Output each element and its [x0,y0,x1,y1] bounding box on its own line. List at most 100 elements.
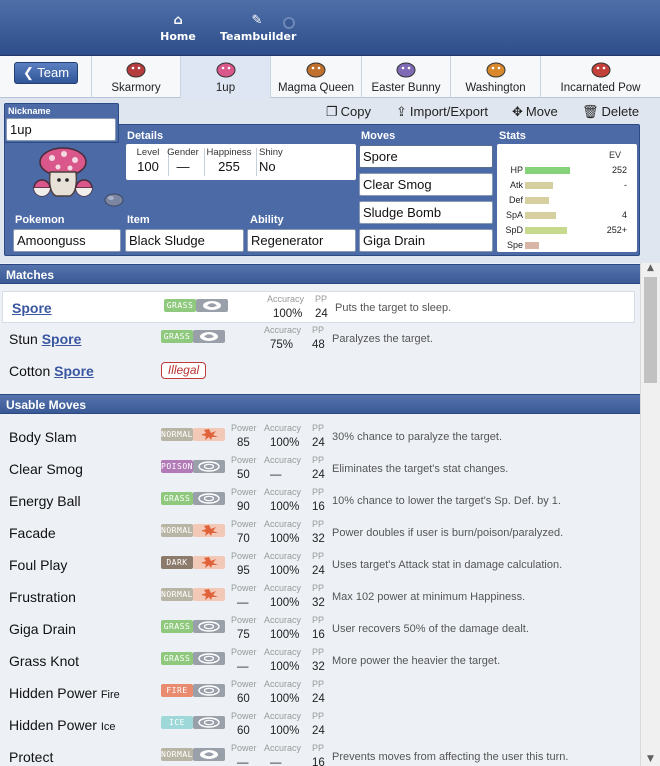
delete-button[interactable]: 🗑 Delete [582,104,639,120]
move-description: User recovers 50% of the damage dealt. [332,623,529,635]
team-slot[interactable]: Skarmory [91,56,180,98]
move-name-text: Protect [9,749,54,765]
move-name: Hidden Power Ice [9,717,116,733]
team-slot[interactable]: Easter Bunny [361,56,450,98]
nickname-field[interactable]: 1up [6,118,116,141]
accuracy-value: 75% [270,339,294,351]
move-name: Stun Spore [9,331,81,347]
import-export-button[interactable]: ⇪ Import/Export [396,104,488,120]
type-badge: GRASS [161,652,193,665]
pp-value: 24 [312,725,325,737]
move-3-field[interactable]: Sludge Bomb [359,201,493,224]
team-slot[interactable]: Magma Queen [270,56,361,98]
move-name: Protect [9,749,53,765]
team-slot[interactable]: Incarnated Pow [540,56,660,98]
move-name: Giga Drain [9,621,76,637]
pp-value: 24 [312,565,325,577]
team-slot[interactable]: 1up [180,56,270,98]
type-badge: DARK [161,556,193,569]
pp-key: PP [315,294,328,304]
pp-key: PP [312,519,325,529]
move-4-field[interactable]: Giga Drain [359,229,493,252]
results-scrollbar[interactable]: ▲ ▼ [640,263,660,766]
pokemon-sprite [33,147,93,197]
copy-button[interactable]: ❐ Copy [326,104,371,120]
move-name-match[interactable]: Spore [12,300,52,316]
move-name-prefix: Cotton [9,363,55,379]
move-description: 30% chance to paralyze the target. [332,431,502,443]
stat-row: Spe [497,238,637,252]
nav-teambuilder-label: Teambuilder [220,30,297,43]
move-row[interactable]: Protect NORMAL Power — Accuracy — PP 16 Prevents… [0,741,640,766]
stat-name: Spe [506,240,523,250]
move-1-field[interactable]: Spore [359,145,493,168]
match-row[interactable]: Stun Spore GRASS Accuracy 75% PP 48 Paralyzes … [0,323,640,355]
pp-key: PP [312,711,325,721]
physical-category-icon [193,588,225,601]
team-slot[interactable]: Washington [450,56,540,98]
stat-bar [525,242,539,249]
power-key: Power [231,583,257,593]
move-row[interactable]: Frustration NORMAL Power — Accuracy 100% PP 32 M… [0,581,640,613]
type-badge: GRASS [161,492,193,505]
move-description: Paralyzes the target. [332,333,433,345]
move-row[interactable]: Body Slam NORMAL Power 85 Accuracy 100% PP 24 30… [0,421,640,453]
special-category-icon [193,620,225,633]
match-row[interactable]: Spore GRASS Accuracy 100% PP 24 Puts the targe… [2,291,635,323]
move-2-field[interactable]: Clear Smog [359,173,493,196]
nav-teambuilder-tab[interactable]: ✎ Teambuilder [220,14,297,44]
nav-home-tab[interactable]: ⌂ Home [160,14,196,44]
item-field[interactable]: Black Sludge [125,229,244,252]
type-badge: NORMAL [161,428,193,441]
ability-field[interactable]: Regenerator [247,229,356,252]
scroll-up-icon[interactable]: ▲ [647,263,654,273]
move-name-text: Facade [9,525,56,541]
scroll-down-icon[interactable]: ▼ [647,754,654,764]
match-row[interactable]: Cotton Spore Illegal [0,355,640,387]
move-row[interactable]: Hidden Power Fire FIRE Power 60 Accuracy 100%… [0,677,640,709]
copy-label: Copy [340,104,372,119]
move-row[interactable]: Facade NORMAL Power 70 Accuracy 100% PP 32 Power… [0,517,640,549]
move-description: Eliminates the target's stat changes. [332,463,509,475]
move-row[interactable]: Grass Knot GRASS Power — Accuracy 100% PP 32 Mor… [0,645,640,677]
accuracy-value: — [270,469,282,481]
move-row[interactable]: Giga Drain GRASS Power 75 Accuracy 100% PP 16 Us… [0,613,640,645]
move-name-text: Hidden Power [9,717,101,733]
accuracy-key: Accuracy [267,294,305,304]
stat-row: SpD 252+ [497,223,637,237]
pokemon-field[interactable]: Amoonguss [13,229,121,252]
pokemon-sprite-icon [124,59,148,79]
power-value: — [237,597,249,609]
accuracy-key: Accuracy [264,487,302,497]
pp-key: PP [312,679,325,689]
move-row[interactable]: Clear Smog POISON Power 50 Accuracy — PP 24 Elim… [0,453,640,485]
accuracy-value: 100% [270,565,300,577]
accuracy-value: 100% [270,629,300,641]
move-row[interactable]: Hidden Power Ice ICE Power 60 Accuracy 100% PP… [0,709,640,741]
move-description: Max 102 power at minimum Happiness. [332,591,526,603]
accuracy-value: — [270,757,282,766]
details-box[interactable]: Level 100 Gender — Happiness 255 Shiny N… [126,144,356,180]
scrollbar-thumb[interactable] [644,277,657,383]
stat-bar [525,167,570,174]
move-name: Grass Knot [9,653,79,669]
move-name-match[interactable]: Spore [42,331,82,347]
pp-value: 32 [312,597,325,609]
close-tab-icon[interactable] [283,17,295,29]
pp-key: PP [312,583,325,593]
move-row[interactable]: Foul Play DARK Power 95 Accuracy 100% PP 24 Uses… [0,549,640,581]
stats-label: Stats [499,130,526,142]
move-button[interactable]: ✥ Move [512,104,558,120]
move-row[interactable]: Energy Ball GRASS Power 90 Accuracy 100% PP 16 1… [0,485,640,517]
move-name-match[interactable]: Spore [54,363,94,379]
stats-box[interactable]: EV HP 252 Atk - Def SpA 4 SpD 252+ Spe [497,144,637,252]
pp-key: PP [312,647,325,657]
accuracy-key: Accuracy [264,583,302,593]
back-to-team-label: Team [37,65,70,80]
pp-key: PP [312,743,325,753]
power-value: — [237,661,249,673]
team-bar: ❮ Team Skarmory 1up Magma Queen Easter Bunn… [0,56,660,98]
special-category-icon [193,652,225,665]
type-badge: GRASS [161,620,193,633]
back-to-team-button[interactable]: ❮ Team [14,62,78,84]
